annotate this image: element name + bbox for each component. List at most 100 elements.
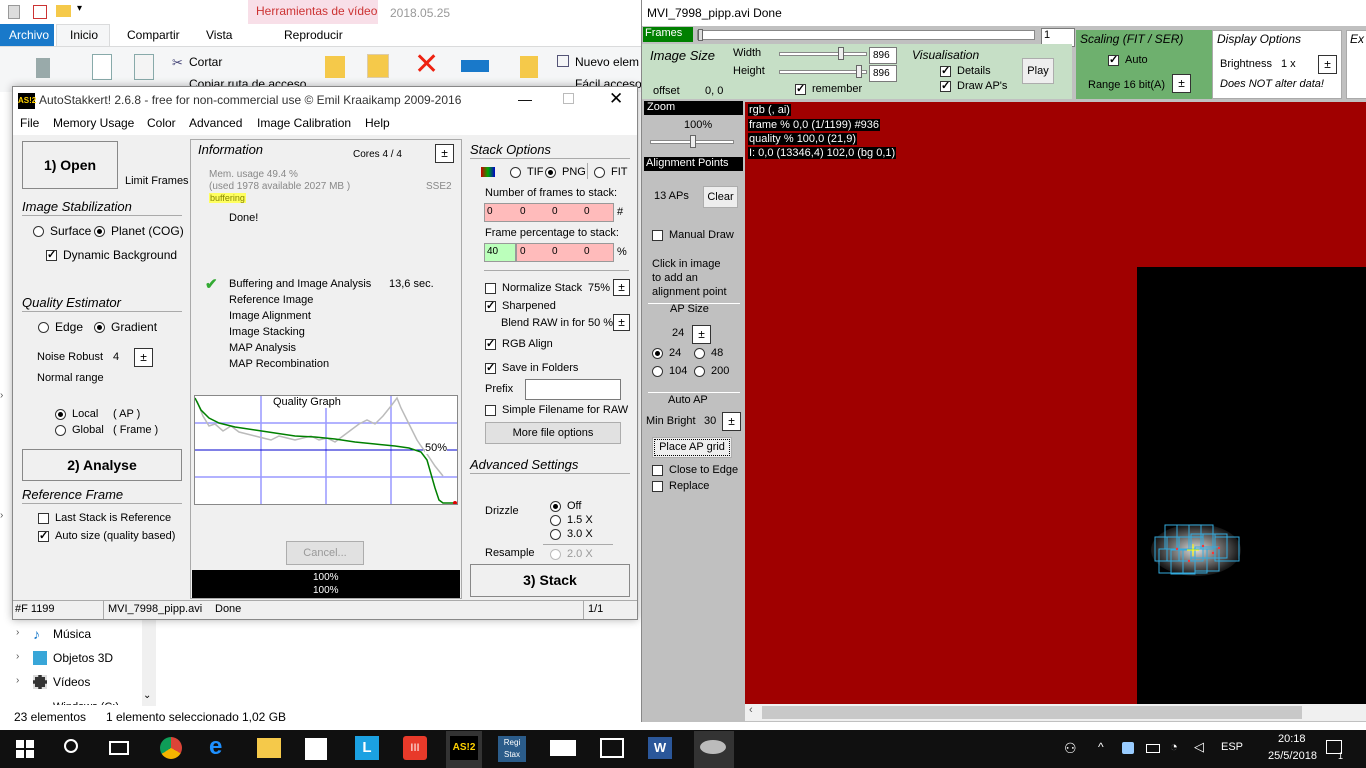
fit-radio[interactable]: FIT bbox=[594, 166, 628, 178]
nuevo-elemento-button[interactable]: Nuevo elem bbox=[575, 55, 639, 69]
prefix-input[interactable] bbox=[525, 379, 621, 400]
new-folder-icon[interactable] bbox=[520, 56, 538, 78]
drizzle-30x-radio[interactable]: 3.0 X bbox=[550, 528, 593, 540]
nav-musica[interactable]: Música bbox=[53, 627, 91, 641]
tif-radio[interactable]: TIF bbox=[510, 166, 544, 178]
auto-size-checkbox[interactable]: Auto size (quality based) bbox=[38, 529, 175, 542]
expand-chevron-icon[interactable]: › bbox=[16, 627, 19, 638]
menu-advanced[interactable]: Advanced bbox=[189, 116, 242, 130]
min-bright-spinner[interactable]: ± bbox=[722, 412, 741, 431]
width-value[interactable]: 896 bbox=[869, 47, 897, 64]
clock-time[interactable]: 20:18 bbox=[1278, 733, 1306, 745]
range-spinner[interactable]: ± bbox=[1172, 74, 1191, 93]
clear-aps-button[interactable]: Clear bbox=[703, 186, 738, 208]
frame-image[interactable] bbox=[1137, 267, 1366, 704]
close-to-edge-checkbox[interactable]: Close to Edge bbox=[652, 464, 738, 476]
menu-help[interactable]: Help bbox=[365, 116, 390, 130]
height-slider[interactable] bbox=[779, 70, 867, 74]
height-slider-thumb[interactable] bbox=[856, 65, 862, 78]
paste-icon[interactable] bbox=[134, 54, 154, 80]
search-icon[interactable] bbox=[64, 739, 78, 753]
save-in-folders-checkbox[interactable]: Save in Folders bbox=[485, 361, 578, 374]
noise-robust-spinner[interactable]: ± bbox=[134, 348, 153, 367]
windows-start-icon[interactable] bbox=[16, 740, 34, 758]
word-icon[interactable]: W bbox=[648, 737, 672, 759]
store-icon[interactable] bbox=[305, 738, 327, 760]
photos-icon[interactable] bbox=[600, 738, 624, 758]
normalize-spinner[interactable]: ± bbox=[613, 279, 630, 296]
width-slider-thumb[interactable] bbox=[838, 47, 844, 60]
qa-save-icon[interactable] bbox=[8, 5, 20, 19]
normalize-stack-checkbox[interactable]: Normalize Stack bbox=[485, 282, 582, 294]
pipp-icon[interactable] bbox=[700, 740, 726, 754]
ap-48-radio[interactable]: 48 bbox=[694, 347, 723, 359]
height-value[interactable]: 896 bbox=[869, 65, 897, 82]
brightness-spinner[interactable]: ± bbox=[1318, 55, 1337, 74]
frames-slider-thumb[interactable] bbox=[698, 29, 703, 41]
nav-objetos-3d[interactable]: Objetos 3D bbox=[53, 651, 113, 665]
tab-inicio[interactable]: Inicio bbox=[70, 28, 98, 42]
battery-icon[interactable] bbox=[1146, 744, 1160, 753]
expand-chevron-icon[interactable]: › bbox=[16, 675, 19, 686]
dynamic-background-checkbox[interactable]: Dynamic Background bbox=[46, 248, 177, 262]
pct-input-2[interactable]: 0 bbox=[520, 246, 526, 257]
open-button[interactable]: 1) Open bbox=[22, 141, 118, 189]
qa-dropdown-icon[interactable]: ▾ bbox=[77, 3, 82, 14]
edge-icon[interactable]: e bbox=[209, 733, 222, 761]
details-checkbox[interactable]: Details bbox=[940, 64, 991, 77]
analyse-button[interactable]: 2) Analyse bbox=[22, 449, 182, 481]
png-radio[interactable]: PNG bbox=[545, 166, 586, 178]
clock-date[interactable]: 25/5/2018 bbox=[1268, 750, 1317, 762]
zoom-slider-thumb[interactable] bbox=[690, 135, 696, 148]
play-button[interactable]: Play bbox=[1022, 58, 1054, 84]
expand-chevron-icon[interactable]: › bbox=[16, 651, 19, 662]
menu-file[interactable]: File bbox=[20, 116, 39, 130]
scissors-icon[interactable]: ✂ bbox=[172, 55, 183, 71]
menu-color[interactable]: Color bbox=[147, 116, 176, 130]
scroll-left-icon[interactable]: ‹ bbox=[749, 704, 753, 716]
rgb-align-checkbox[interactable]: RGB Align bbox=[485, 337, 553, 350]
ap-104-radio[interactable]: 104 bbox=[652, 365, 687, 377]
more-file-options-button[interactable]: More file options bbox=[485, 422, 621, 444]
pct-input-1[interactable]: 40 bbox=[487, 246, 498, 257]
ap-200-radio[interactable]: 200 bbox=[694, 365, 729, 377]
copy-to-icon[interactable] bbox=[367, 54, 389, 78]
red-app-icon[interactable]: III bbox=[403, 736, 427, 760]
remember-checkbox[interactable]: remember bbox=[795, 82, 862, 95]
copy-icon[interactable] bbox=[92, 54, 112, 80]
qa-properties-icon[interactable] bbox=[33, 5, 47, 19]
resample-20x-radio[interactable]: 2.0 X bbox=[550, 548, 593, 560]
mail-icon[interactable] bbox=[550, 740, 576, 756]
global-radio[interactable]: Global bbox=[55, 424, 104, 436]
frames-input-3[interactable]: 0 bbox=[552, 206, 558, 217]
tab-reproducir[interactable]: Reproducir bbox=[284, 28, 343, 42]
simple-filename-checkbox[interactable]: Simple Filename for RAW bbox=[485, 404, 628, 416]
planet-radio[interactable]: Planet (COG) bbox=[94, 224, 184, 238]
ap-size-spinner[interactable]: ± bbox=[692, 325, 711, 344]
frames-slider[interactable] bbox=[697, 30, 1035, 40]
new-item-icon[interactable] bbox=[557, 55, 569, 67]
tab-archivo[interactable]: Archivo bbox=[9, 28, 49, 42]
local-radio[interactable]: Local bbox=[55, 408, 98, 420]
edge-radio[interactable]: Edge bbox=[38, 320, 83, 334]
tab-compartir[interactable]: Compartir bbox=[127, 28, 180, 42]
last-stack-reference-checkbox[interactable]: Last Stack is Reference bbox=[38, 512, 171, 524]
draw-aps-checkbox[interactable]: Draw AP's bbox=[940, 79, 1007, 92]
autostakkert-icon[interactable]: AS!2 bbox=[450, 736, 478, 760]
cancel-button[interactable]: Cancel... bbox=[286, 541, 364, 565]
limit-frames-label[interactable]: Limit Frames bbox=[125, 175, 189, 187]
frames-input-2[interactable]: 0 bbox=[520, 206, 526, 217]
close-icon[interactable]: ✕ bbox=[609, 89, 623, 109]
blend-raw-spinner[interactable]: ± bbox=[613, 314, 630, 331]
auto-scaling-checkbox[interactable]: Auto bbox=[1108, 53, 1148, 66]
replace-checkbox[interactable]: Replace bbox=[652, 480, 709, 492]
dropbox-icon[interactable] bbox=[1122, 742, 1134, 754]
nav-videos[interactable]: Vídeos bbox=[53, 675, 90, 689]
chrome-icon[interactable] bbox=[160, 737, 182, 759]
language-indicator[interactable]: ESP bbox=[1221, 741, 1243, 753]
frames-input-4[interactable]: 0 bbox=[584, 206, 590, 217]
pct-input-4[interactable]: 0 bbox=[584, 246, 590, 257]
pct-input-3[interactable]: 0 bbox=[552, 246, 558, 257]
drizzle-15x-radio[interactable]: 1.5 X bbox=[550, 514, 593, 526]
information-spinner[interactable]: ± bbox=[435, 144, 454, 163]
